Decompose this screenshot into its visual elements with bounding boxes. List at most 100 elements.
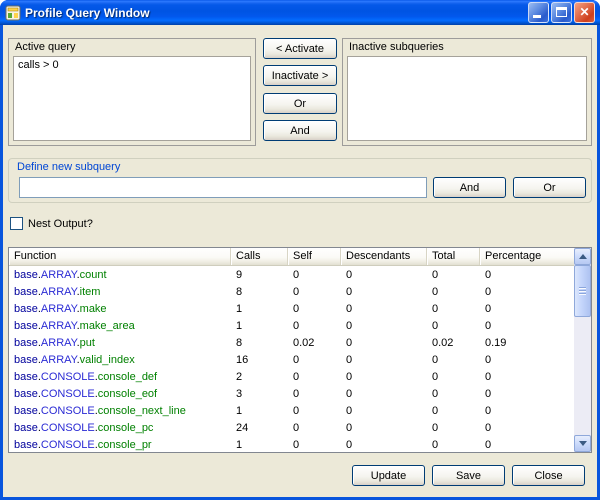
self-cell: 0.02 (288, 335, 341, 352)
function-name-part: console_pr (98, 439, 152, 451)
maximize-icon (556, 7, 567, 17)
save-button[interactable]: Save (432, 465, 505, 486)
function-cell: base.ARRAY.make (9, 301, 231, 318)
and-button[interactable]: And (263, 120, 337, 141)
close-button[interactable]: ✕ (574, 2, 595, 23)
column-header-total[interactable]: Total (427, 248, 480, 265)
column-header-percentage[interactable]: Percentage (480, 248, 574, 265)
function-name-part: put (80, 337, 95, 349)
or-button[interactable]: Or (263, 93, 337, 114)
activate-button[interactable]: < Activate (263, 38, 337, 59)
table-row[interactable]: base.CONSOLE.console_eof 3 0 0 0 0 (9, 386, 574, 403)
calls-cell: 1 (231, 403, 288, 420)
table-row[interactable]: base.ARRAY.item 8 0 0 0 0 (9, 284, 574, 301)
inactive-subqueries-panel: Inactive subqueries (342, 38, 592, 146)
function-name-part: CONSOLE (41, 439, 95, 451)
define-subquery-group: Define new subquery And Or (8, 158, 592, 203)
table-row[interactable]: base.CONSOLE.console_pr 1 0 0 0 0 (9, 437, 574, 452)
self-cell: 0 (288, 352, 341, 369)
titlebar[interactable]: Profile Query Window ✕ (0, 0, 600, 25)
calls-cell: 3 (231, 386, 288, 403)
total-cell: 0 (427, 352, 480, 369)
scroll-down-button[interactable] (574, 435, 591, 452)
descendants-cell: 0 (341, 352, 427, 369)
calls-cell: 16 (231, 352, 288, 369)
function-name-part: CONSOLE (41, 422, 95, 434)
self-cell: 0 (288, 403, 341, 420)
self-cell: 0 (288, 420, 341, 437)
function-name-part: ARRAY (41, 354, 77, 366)
descendants-cell: 0 (341, 386, 427, 403)
descendants-cell: 0 (341, 284, 427, 301)
function-name-part: item (80, 286, 101, 298)
subquery-or-button[interactable]: Or (513, 177, 586, 198)
percentage-cell: 0 (480, 437, 574, 452)
column-header-function[interactable]: Function (9, 248, 231, 265)
percentage-cell: 0 (480, 301, 574, 318)
scroll-up-button[interactable] (574, 248, 591, 265)
function-cell: base.CONSOLE.console_def (9, 369, 231, 386)
window: Profile Query Window ✕ Active query call… (0, 0, 600, 500)
titlebar-buttons: ✕ (528, 2, 595, 23)
inactivate-button[interactable]: Inactivate > (263, 65, 337, 86)
active-query-list[interactable]: calls > 0 (13, 56, 251, 141)
descendants-cell: 0 (341, 437, 427, 452)
percentage-cell: 0 (480, 352, 574, 369)
function-name-part: base (14, 354, 38, 366)
scroll-thumb[interactable] (574, 265, 591, 317)
function-name-part: base (14, 303, 38, 315)
total-cell: 0 (427, 284, 480, 301)
nest-output-checkbox[interactable] (10, 217, 23, 230)
table-row[interactable]: base.ARRAY.make 1 0 0 0 0 (9, 301, 574, 318)
function-cell: base.CONSOLE.console_eof (9, 386, 231, 403)
function-name-part: CONSOLE (41, 405, 95, 417)
function-name-part: base (14, 439, 38, 451)
subquery-input[interactable] (19, 177, 427, 198)
column-header-descendants[interactable]: Descendants (341, 248, 427, 265)
calls-cell: 1 (231, 318, 288, 335)
table-row[interactable]: base.ARRAY.count 9 0 0 0 0 (9, 267, 574, 284)
scroll-thumb-grip-icon (579, 287, 586, 295)
subquery-and-button[interactable]: And (433, 177, 506, 198)
table-row[interactable]: base.CONSOLE.console_def 2 0 0 0 0 (9, 369, 574, 386)
active-query-label: Active query (15, 41, 76, 53)
table-row[interactable]: base.CONSOLE.console_next_line 1 0 0 0 0 (9, 403, 574, 420)
maximize-button[interactable] (551, 2, 572, 23)
self-cell: 0 (288, 284, 341, 301)
table-row[interactable]: base.CONSOLE.console_pc 24 0 0 0 0 (9, 420, 574, 437)
close-dialog-button[interactable]: Close (512, 465, 585, 486)
function-name-part: base (14, 320, 38, 332)
self-cell: 0 (288, 267, 341, 284)
calls-cell: 1 (231, 301, 288, 318)
self-cell: 0 (288, 301, 341, 318)
function-name-part: ARRAY (41, 320, 77, 332)
dialog-content: Active query calls > 0 < Activate Inacti… (3, 25, 597, 497)
function-cell: base.ARRAY.make_area (9, 318, 231, 335)
total-cell: 0 (427, 301, 480, 318)
vertical-scrollbar[interactable] (574, 248, 591, 452)
total-cell: 0 (427, 403, 480, 420)
function-cell: base.CONSOLE.console_pc (9, 420, 231, 437)
column-header-calls[interactable]: Calls (231, 248, 288, 265)
minimize-button[interactable] (528, 2, 549, 23)
table-row[interactable]: base.ARRAY.put 8 0.02 0 0.02 0.19 (9, 335, 574, 352)
calls-cell: 1 (231, 437, 288, 452)
function-table: Function Calls Self Descendants Total Pe… (8, 247, 592, 453)
table-row[interactable]: base.ARRAY.valid_index 16 0 0 0 0 (9, 352, 574, 369)
percentage-cell: 0 (480, 267, 574, 284)
function-name-part: base (14, 371, 38, 383)
function-name-part: base (14, 286, 38, 298)
active-query-item[interactable]: calls > 0 (14, 57, 250, 73)
table-row[interactable]: base.ARRAY.make_area 1 0 0 0 0 (9, 318, 574, 335)
function-name-part: console_def (98, 371, 157, 383)
minimize-icon (533, 15, 541, 18)
calls-cell: 24 (231, 420, 288, 437)
descendants-cell: 0 (341, 318, 427, 335)
update-button[interactable]: Update (352, 465, 425, 486)
self-cell: 0 (288, 437, 341, 452)
total-cell: 0 (427, 420, 480, 437)
close-icon: ✕ (575, 3, 594, 22)
inactive-subqueries-list[interactable] (347, 56, 587, 141)
column-header-self[interactable]: Self (288, 248, 341, 265)
calls-cell: 9 (231, 267, 288, 284)
